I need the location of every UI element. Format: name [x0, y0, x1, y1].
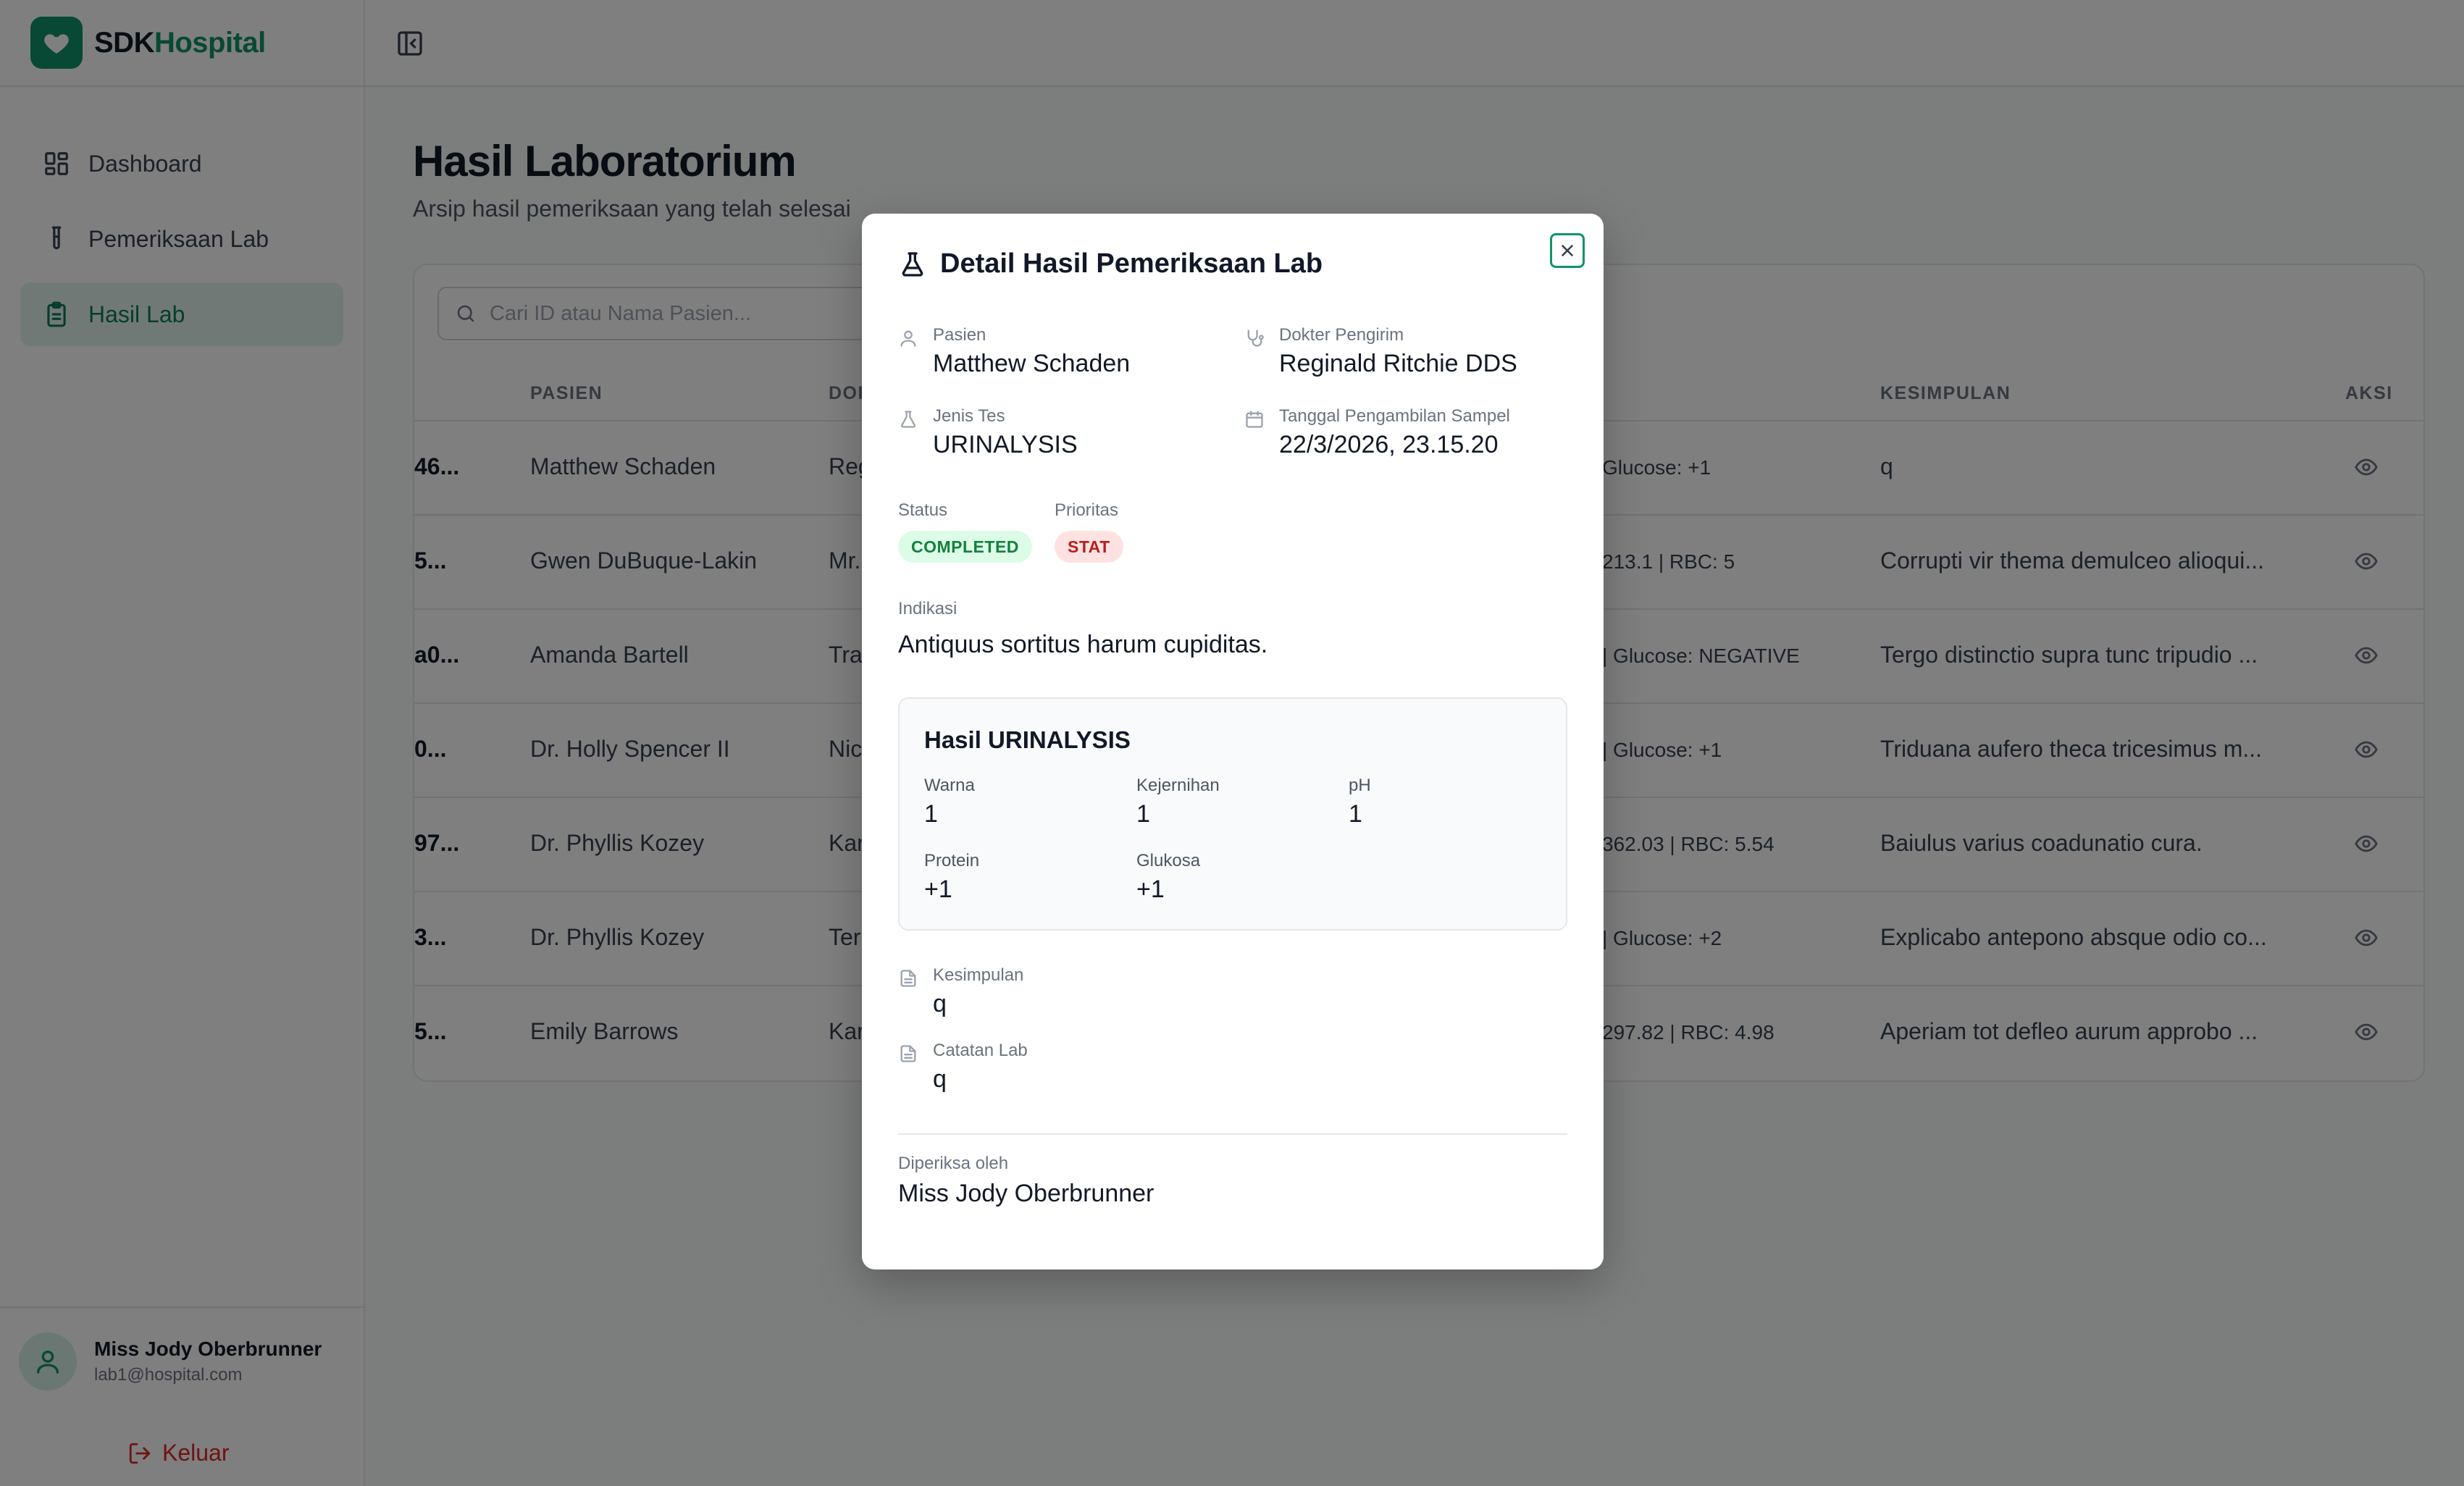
tanggal-value: 22/3/2026, 23.15.20	[1279, 431, 1499, 458]
examiner-label: Diperiksa oleh	[898, 1154, 1009, 1173]
jenis-tes-value: URINALYSIS	[933, 431, 1078, 458]
modal-title: Detail Hasil Pemeriksaan Lab	[898, 248, 1323, 280]
kesimpulan-label: Kesimpulan	[933, 965, 1024, 985]
document-icon	[898, 1044, 918, 1064]
stethoscope-icon	[1244, 328, 1265, 348]
flask-icon	[898, 409, 918, 429]
protein-value: +1	[924, 876, 952, 903]
dokter-value: Reginald Ritchie DDS	[1279, 350, 1517, 377]
catatan-label: Catatan Lab	[933, 1041, 1028, 1060]
warna-label: Warna	[924, 776, 975, 795]
close-icon	[1562, 245, 1573, 256]
indikasi-label: Indikasi	[898, 599, 957, 618]
indikasi-value: Antiquus sortitus harum cupiditas.	[898, 631, 1268, 658]
prioritas-label: Prioritas	[1055, 500, 1119, 520]
field-tanggal-sampel: Tanggal Pengambilan Sampel 22/3/2026, 23…	[1244, 406, 1510, 459]
examiner-value: Miss Jody Oberbrunner	[898, 1180, 1155, 1207]
status-badge: COMPLETED	[898, 531, 1032, 563]
field-kesimpulan: Kesimpulan q	[898, 965, 1023, 1018]
close-button[interactable]	[1550, 233, 1585, 268]
warna-value: 1	[924, 800, 938, 828]
modal-title-text: Detail Hasil Pemeriksaan Lab	[940, 248, 1323, 279]
ph-label: pH	[1349, 776, 1371, 795]
protein-label: Protein	[924, 851, 980, 870]
lab-result-detail-modal: Detail Hasil Pemeriksaan Lab Pasien Matt…	[862, 214, 1604, 1269]
calendar-icon	[1244, 409, 1265, 429]
catatan-value: q	[933, 1065, 947, 1093]
kesimpulan-value: q	[933, 990, 947, 1017]
result-panel-title: Hasil URINALYSIS	[924, 726, 1131, 753]
pasien-label: Pasien	[933, 325, 986, 345]
jenis-tes-label: Jenis Tes	[933, 406, 1005, 426]
kejernihan-label: Kejernihan	[1136, 776, 1220, 795]
modal-divider	[898, 1133, 1567, 1135]
glukosa-label: Glukosa	[1136, 851, 1201, 870]
field-dokter-pengirim: Dokter Pengirim Reginald Ritchie DDS	[1244, 325, 1517, 378]
field-jenis-tes: Jenis Tes URINALYSIS	[898, 406, 1078, 459]
document-icon	[898, 968, 918, 988]
test-result-panel: Hasil URINALYSIS Warna 1 Kejernihan 1 pH…	[898, 697, 1567, 931]
field-pasien: Pasien Matthew Schaden	[898, 325, 1130, 378]
glukosa-value: +1	[1136, 876, 1165, 903]
ph-value: 1	[1349, 800, 1362, 828]
flask-icon	[898, 250, 927, 279]
field-catatan-lab: Catatan Lab q	[898, 1041, 1028, 1093]
dokter-label: Dokter Pengirim	[1279, 325, 1404, 345]
user-icon	[898, 328, 918, 348]
pasien-value: Matthew Schaden	[933, 350, 1131, 377]
priority-badge: STAT	[1055, 531, 1123, 563]
status-label: Status	[898, 500, 948, 520]
tanggal-label: Tanggal Pengambilan Sampel	[1279, 406, 1510, 426]
kejernihan-value: 1	[1136, 800, 1150, 828]
